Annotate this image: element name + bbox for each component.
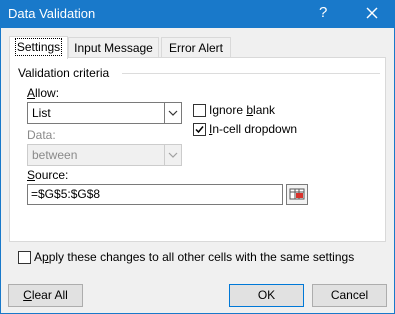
group-divider [122,73,380,74]
clear-all-button[interactable]: Clear All [8,284,83,307]
apply-all-label: Apply these changes to all other cells w… [34,250,355,264]
validation-criteria-label: Validation criteria [18,66,110,80]
source-input[interactable]: =$G$5:$G$8 [27,184,283,205]
allow-label: Allow: [27,86,60,100]
data-select: between [27,144,182,166]
checkmark-icon [195,126,204,134]
in-cell-dropdown-label: In-cell dropdown [209,122,298,136]
range-selector-icon[interactable] [286,184,308,205]
ignore-blank-label: Ignore blank [209,103,276,117]
allow-value: List [32,106,51,120]
source-value: =$G$5:$G$8 [31,187,101,201]
chevron-down-icon[interactable] [164,103,181,123]
data-value: between [32,148,78,162]
apply-all-checkbox[interactable] [18,251,31,264]
source-label: Source: [27,168,69,182]
tab-input-message-label: Input Message [74,41,153,55]
help-button[interactable]: ? [319,4,327,21]
tab-input-message[interactable]: Input Message [68,37,159,58]
settings-panel: Validation criteria Allow: List Data: be… [9,57,386,242]
in-cell-dropdown-checkbox[interactable] [193,123,206,136]
close-icon[interactable] [362,3,382,23]
tab-settings-label: Settings [14,38,63,56]
ignore-blank-checkbox[interactable] [193,104,206,117]
data-validation-dialog: Data Validation ? Settings Input Message… [0,0,395,314]
cancel-button[interactable]: Cancel [312,284,387,307]
ok-button[interactable]: OK [229,284,304,307]
data-label: Data: [27,128,56,142]
allow-select[interactable]: List [27,102,182,124]
tab-settings[interactable]: Settings [9,36,68,59]
window-title: Data Validation [8,6,96,21]
tab-error-alert-label: Error Alert [168,41,223,55]
tab-error-alert[interactable]: Error Alert [161,37,231,58]
title-bar[interactable]: Data Validation ? [1,1,394,28]
chevron-down-icon [164,145,181,165]
